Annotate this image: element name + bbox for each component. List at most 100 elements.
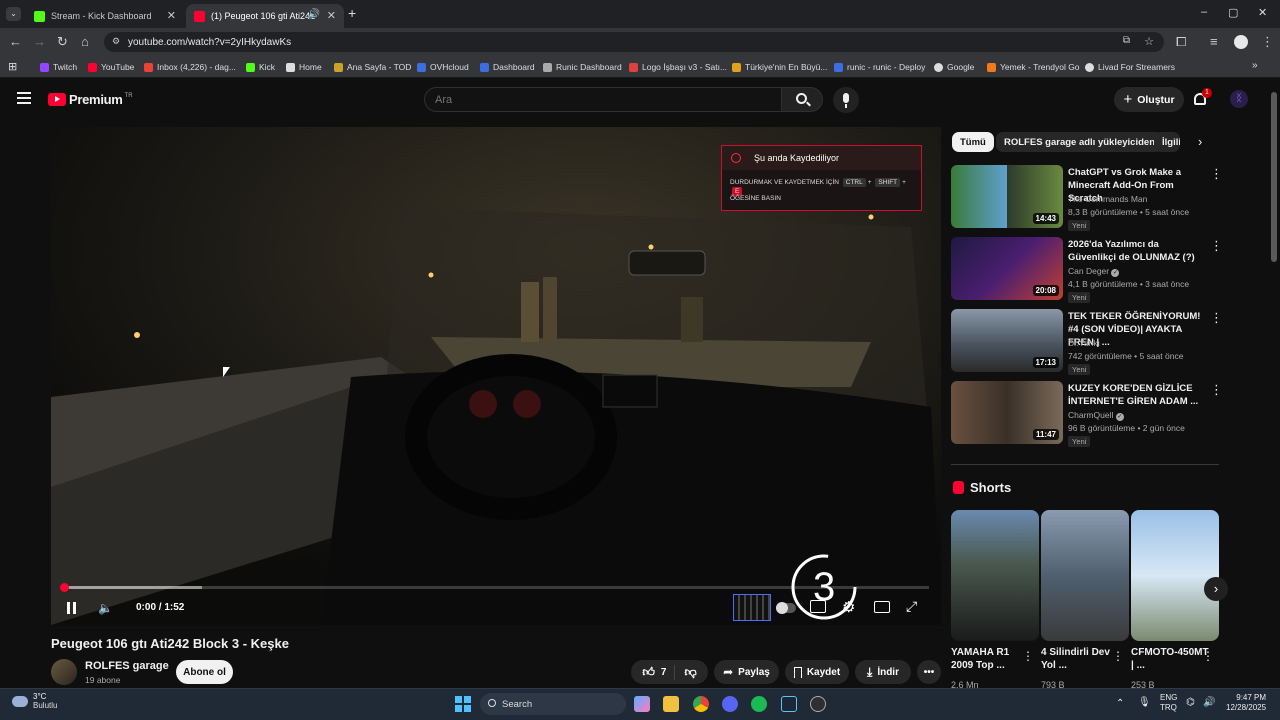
chip-related[interactable]: İlgili [1154, 132, 1180, 152]
bookmark-youtube[interactable]: YouTube [88, 62, 134, 72]
youtube-premium-logo[interactable]: Premium TR [48, 92, 133, 107]
obs-icon[interactable] [810, 696, 826, 712]
video-thumbnail[interactable]: 14:43 [951, 165, 1063, 228]
chapter-preview-thumbnail[interactable] [733, 594, 771, 621]
share-button[interactable]: ➦ Paylaş [714, 660, 779, 684]
more-options-icon[interactable]: ⋮ [1210, 310, 1223, 326]
address-bar[interactable]: ⚙ youtube.com/watch?v=2yIHkydawKs ⧉ ☆ [104, 32, 1164, 52]
bookmark-google[interactable]: Google [934, 62, 974, 72]
chips-next-arrow-icon[interactable]: › [1198, 134, 1202, 149]
subtitles-button[interactable] [810, 600, 826, 613]
bookmark-turkiye[interactable]: Türkiye'nin En Büyü... [732, 62, 827, 72]
page-scrollbar[interactable] [1271, 92, 1277, 262]
bookmark-twitch[interactable]: Twitch [40, 62, 77, 72]
minimize-button[interactable]: – [1201, 6, 1207, 18]
pause-button[interactable] [66, 602, 78, 614]
channel-name[interactable]: CharmQuell ✓ [1068, 410, 1124, 421]
recommendation-item[interactable]: 20:08 2026'da Yazılımcı da Güvenlikçi de… [951, 237, 1223, 303]
account-avatar[interactable]: ᛝ [1230, 90, 1248, 108]
notifications-button[interactable]: 1 [1192, 88, 1212, 108]
progress-scrubber[interactable] [60, 583, 69, 592]
chip-from-uploader[interactable]: ROLFES garage adlı yükleyiciden [996, 132, 1163, 152]
search-button[interactable] [781, 87, 823, 112]
chrome-icon[interactable] [693, 696, 709, 712]
download-button[interactable]: ⤓ İndir [855, 660, 911, 684]
speaker-icon[interactable]: 🔊 [1203, 697, 1215, 708]
recommendation-item[interactable]: 17:13 TEK TEKER ÖĞRENİYORUM! #4 (SON VİD… [951, 309, 1223, 375]
apps-grid-icon[interactable]: ⊞ [8, 60, 17, 73]
bookmark-gmail[interactable]: Inbox (4,226) - dag... [144, 62, 236, 72]
like-button[interactable]: 👍︎ 7 [642, 664, 676, 680]
start-button[interactable] [455, 696, 471, 712]
network-icon[interactable]: ⌬ [1186, 697, 1195, 708]
audio-playing-icon[interactable]: 🔊 [308, 9, 320, 20]
bookmark-star-icon[interactable]: ☆ [1144, 35, 1154, 48]
channel-name[interactable]: Dr.Yankı [1068, 338, 1100, 348]
voice-search-button[interactable] [833, 87, 859, 113]
bookmark-tod[interactable]: Ana Sayfa - TOD [334, 62, 411, 72]
tray-mic-icon[interactable]: 🎙 [1138, 697, 1151, 708]
recommendation-item[interactable]: 11:47 KUZEY KORE'DEN GİZLİCE İNTERNET'E … [951, 381, 1223, 447]
volume-button[interactable]: 🔈 [98, 601, 113, 615]
menu-kebab-icon[interactable]: ⋮ [1261, 34, 1274, 50]
profile-avatar[interactable] [1234, 35, 1248, 49]
clock[interactable]: 9:47 PM 12/28/2025 [1226, 693, 1266, 713]
bookmark-kick[interactable]: Kick [246, 62, 275, 72]
site-info-icon[interactable]: ⚙ [112, 36, 120, 47]
cast-icon[interactable]: ⧉ [1123, 35, 1130, 46]
maximize-button[interactable]: ▢ [1228, 6, 1238, 19]
bookmark-livad[interactable]: Livad For Streamers [1085, 62, 1175, 72]
steam-icon[interactable] [781, 696, 797, 712]
tray-overflow-icon[interactable]: ⌃ [1116, 698, 1124, 709]
bookmark-ovhcloud[interactable]: OVHcloud [417, 62, 469, 72]
save-button[interactable]: Kaydet [785, 660, 849, 684]
close-tab-icon[interactable]: ✕ [167, 9, 176, 22]
language-indicator[interactable]: ENG TRQ [1160, 693, 1177, 713]
channel-name[interactable]: ROLFES garage [85, 660, 169, 672]
tab-search-icon[interactable]: ⌄ [6, 7, 21, 21]
search-input[interactable] [424, 87, 782, 112]
tab-youtube-video[interactable]: (1) Peugeot 106 gti Ati242 🔊 ✕ [186, 4, 344, 28]
discord-icon[interactable] [722, 696, 738, 712]
chip-all[interactable]: Tümü [952, 132, 994, 152]
subscribe-button[interactable]: Abone ol [176, 660, 233, 684]
home-icon[interactable]: ⌂ [81, 34, 89, 49]
more-bookmarks-icon[interactable]: » [1252, 60, 1258, 71]
weather-widget[interactable]: 3°C Bulutlu [12, 692, 57, 710]
bookmark-x-home[interactable]: Home [286, 62, 322, 72]
bookmark-runic-dashboard[interactable]: Runic Dashboard [543, 62, 622, 72]
more-options-icon[interactable]: ⋮ [1210, 166, 1223, 182]
hamburger-menu-icon[interactable] [17, 92, 31, 104]
reload-icon[interactable]: ↻ [57, 34, 68, 50]
autoplay-toggle[interactable] [776, 602, 796, 614]
forward-arrow-icon[interactable]: → [33, 34, 46, 49]
bookmark-logo-isbasi[interactable]: Logo İşbaşı v3 - Satı... [629, 62, 727, 72]
copilot-icon[interactable] [634, 696, 650, 712]
bookmark-dashboard[interactable]: Dashboard [480, 62, 535, 72]
more-options-icon[interactable]: ⋮ [1210, 238, 1223, 254]
extensions-icon[interactable]: ⧠ [1176, 34, 1186, 50]
theater-mode-button[interactable] [874, 601, 890, 613]
close-tab-icon[interactable]: ✕ [327, 9, 336, 22]
new-tab-button[interactable]: + [348, 5, 356, 21]
taskbar-search[interactable]: Search [480, 693, 626, 715]
create-button[interactable]: + Oluştur [1114, 87, 1184, 112]
file-explorer-icon[interactable] [663, 696, 679, 712]
more-options-icon[interactable]: ⋮ [1112, 649, 1124, 663]
more-actions-button[interactable]: ••• [917, 660, 941, 684]
video-thumbnail[interactable]: 17:13 [951, 309, 1063, 372]
channel-name[interactable]: Can Deger ✓ [1068, 266, 1120, 277]
bookmark-trendyol[interactable]: Yemek - Trendyol Go [987, 62, 1080, 72]
video-thumbnail[interactable]: 20:08 [951, 237, 1063, 300]
close-window-button[interactable]: ✕ [1258, 6, 1267, 19]
video-thumbnail[interactable]: 11:47 [951, 381, 1063, 444]
more-options-icon[interactable]: ⋮ [1210, 382, 1223, 398]
short-thumbnail[interactable] [951, 510, 1039, 641]
bookmark-runic-deploy[interactable]: runic - runic - Deploy [834, 62, 925, 72]
channel-avatar[interactable] [51, 659, 77, 685]
dislike-button[interactable]: 👎︎ [680, 665, 696, 680]
back-arrow-icon[interactable]: ← [9, 34, 22, 49]
more-options-icon[interactable]: ⋮ [1202, 649, 1214, 663]
media-control-icon[interactable]: ≡ [1210, 34, 1218, 49]
short-thumbnail[interactable] [1041, 510, 1129, 641]
